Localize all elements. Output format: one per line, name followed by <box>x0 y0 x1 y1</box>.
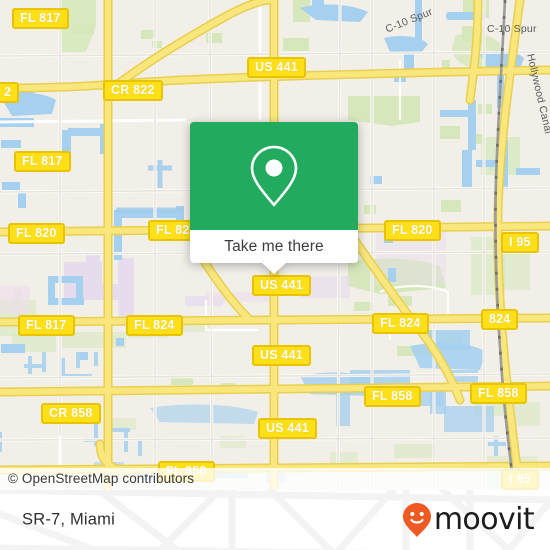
moovit-pin-smile-icon <box>402 503 431 537</box>
road-shield: I 95 <box>501 232 539 254</box>
road-shield: CR 822 <box>103 80 163 102</box>
road-shield: US 441 <box>252 345 311 367</box>
road-shield: FL 817 <box>14 151 71 173</box>
road-shield: FL 824 <box>372 313 429 335</box>
road-shield: 824 <box>481 309 519 331</box>
road-shield: FL 820 <box>384 220 441 242</box>
location-title: SR-7, Miami <box>22 510 115 529</box>
road-shield: FL 858 <box>470 383 527 405</box>
take-me-there-label: Take me there <box>224 237 324 255</box>
road-shield: FL 858 <box>364 386 421 408</box>
road-shield: 2 <box>0 82 20 104</box>
map-pin-icon <box>250 145 298 207</box>
road-shield: US 441 <box>247 57 306 79</box>
road-shield: CR 858 <box>41 403 101 425</box>
road-shield: FL 820 <box>8 223 65 245</box>
take-me-there-callout[interactable]: Take me there <box>190 122 358 274</box>
moovit-wordmark: moovit <box>433 502 535 537</box>
moovit-map-screen: FL 817 2 CR 822 US 441 FL 817 FL 820 FL 820 FL … <box>0 0 550 550</box>
callout-pointer <box>262 263 286 274</box>
moovit-brand[interactable]: moovit <box>402 502 535 538</box>
footer-bar: SR-7, Miami moovit <box>0 490 550 550</box>
map-attribution[interactable]: © OpenStreetMap contributors <box>0 468 550 490</box>
road-shield: US 441 <box>258 418 317 440</box>
road-shield: US 441 <box>252 275 311 297</box>
take-me-there-button[interactable]: Take me there <box>190 230 358 263</box>
map-text-label: C-10 Spur <box>487 23 537 35</box>
callout-header <box>190 122 358 230</box>
road-shield: FL 824 <box>126 315 183 337</box>
road-shield: FL 817 <box>12 8 69 30</box>
road-shield: FL 817 <box>18 315 75 337</box>
